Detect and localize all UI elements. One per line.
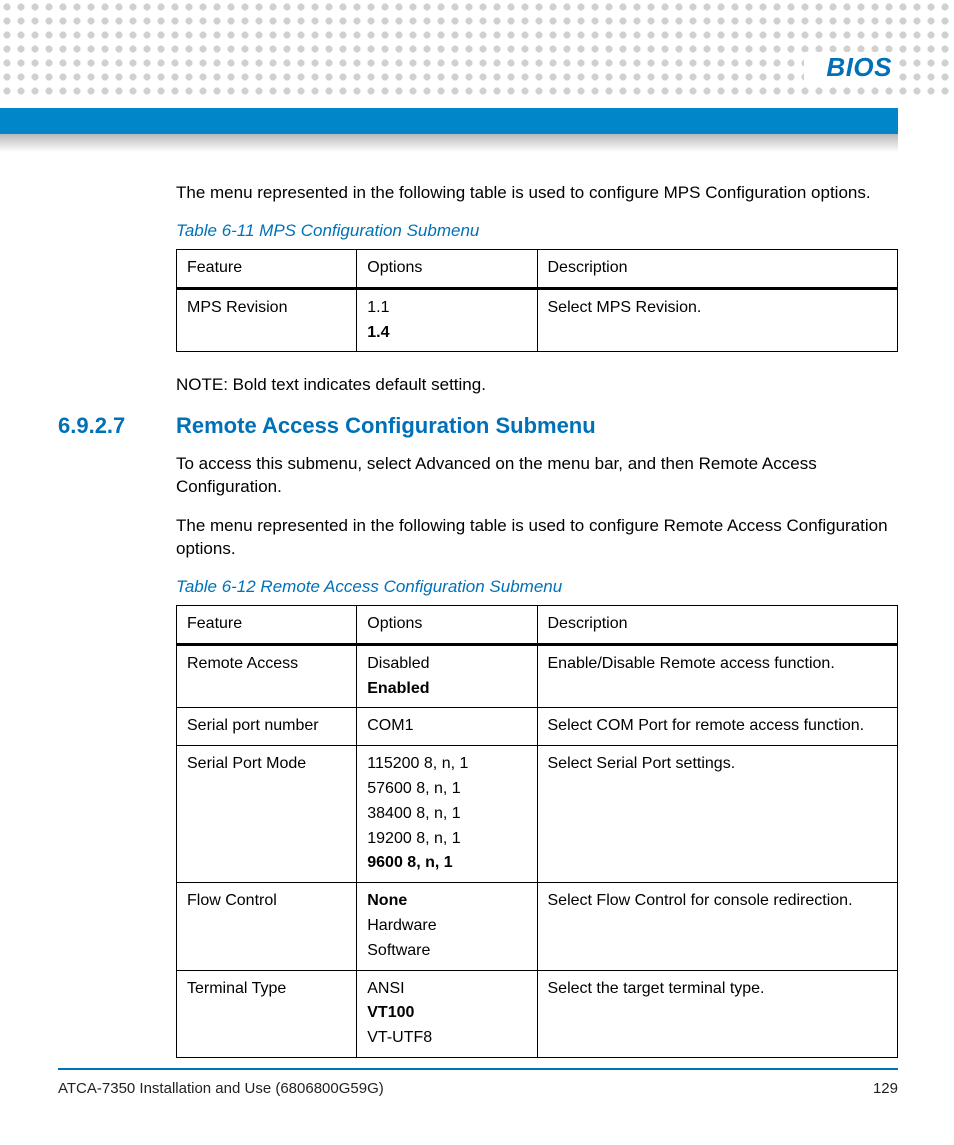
options-cell: COM1 <box>357 708 537 746</box>
option-value: COM1 <box>367 714 526 739</box>
options-cell: NoneHardwareSoftware <box>357 883 537 970</box>
feature-cell: Serial port number <box>177 708 357 746</box>
table-header: Description <box>537 606 898 645</box>
option-value: VT-UTF8 <box>367 1026 526 1051</box>
description-cell: Enable/Disable Remote access function. <box>537 644 898 708</box>
footer-rule <box>58 1068 898 1070</box>
section-paragraph-1: To access this submenu, select Advanced … <box>176 453 898 499</box>
table-header: Feature <box>177 606 357 645</box>
table-row: Flow ControlNoneHardwareSoftwareSelect F… <box>177 883 898 970</box>
option-value: None <box>367 889 526 914</box>
option-value: 38400 8, n, 1 <box>367 802 526 827</box>
option-value: Hardware <box>367 914 526 939</box>
table-row: Serial port number COM1 Select COM Port fo… <box>177 708 898 746</box>
table-611-caption: Table 6-11 MPS Configuration Submenu <box>176 221 898 241</box>
table-612-caption: Table 6-12 Remote Access Configuration S… <box>176 577 898 597</box>
option-value: 1.4 <box>367 321 526 346</box>
footer-doc-title: ATCA-7350 Installation and Use (6806800G… <box>58 1080 384 1097</box>
chapter-header-title: BIOS <box>804 52 898 83</box>
table-header: Options <box>357 249 537 288</box>
table-row: MPS Revision1.11.4Select MPS Revision. <box>177 288 898 352</box>
page-footer: ATCA-7350 Installation and Use (6806800G… <box>58 1068 898 1097</box>
options-cell: ANSIVT100VT-UTF8 <box>357 970 537 1057</box>
description-cell: Select MPS Revision. <box>537 288 898 352</box>
option-value: ANSI <box>367 977 526 1002</box>
feature-cell: Serial Port Mode <box>177 746 357 883</box>
section-title: Remote Access Configuration Submenu <box>176 413 596 439</box>
table-header: Description <box>537 249 898 288</box>
option-value: 9600 8, n, 1 <box>367 851 526 876</box>
default-note: NOTE: Bold text indicates default settin… <box>176 374 898 397</box>
option-value: 19200 8, n, 1 <box>367 827 526 852</box>
header-shadow-bar <box>0 134 898 152</box>
option-value: 115200 8, n, 1 <box>367 752 526 777</box>
description-cell: Select Serial Port settings. <box>537 746 898 883</box>
section-paragraph-2: The menu represented in the following ta… <box>176 515 898 561</box>
table-row: Remote AccessDisabledEnabledEnable/Disab… <box>177 644 898 708</box>
intro-paragraph: The menu represented in the following ta… <box>176 182 898 205</box>
table-header: Options <box>357 606 537 645</box>
dotted-header-background <box>0 0 954 100</box>
option-value: Software <box>367 939 526 964</box>
option-value: 1.1 <box>367 296 526 321</box>
description-cell: Select the target terminal type. <box>537 970 898 1057</box>
feature-cell: Terminal Type <box>177 970 357 1057</box>
feature-cell: Remote Access <box>177 644 357 708</box>
options-cell: 1.11.4 <box>357 288 537 352</box>
mps-config-table: Feature Options Description MPS Revision… <box>176 249 898 352</box>
table-row: Serial Port Mode115200 8, n, 157600 8, n… <box>177 746 898 883</box>
options-cell: 115200 8, n, 157600 8, n, 138400 8, n, 1… <box>357 746 537 883</box>
description-cell: Select Flow Control for console redirect… <box>537 883 898 970</box>
page-content: The menu represented in the following ta… <box>58 182 898 1058</box>
footer-page-number: 129 <box>873 1080 898 1097</box>
feature-cell: Flow Control <box>177 883 357 970</box>
header-blue-bar <box>0 108 898 134</box>
description-cell: Select COM Port for remote access functi… <box>537 708 898 746</box>
option-value: 57600 8, n, 1 <box>367 777 526 802</box>
option-value: Enabled <box>367 677 526 702</box>
options-cell: DisabledEnabled <box>357 644 537 708</box>
remote-access-config-table: Feature Options Description Remote Acces… <box>176 605 898 1058</box>
option-value: Disabled <box>367 652 526 677</box>
table-row: Terminal TypeANSIVT100VT-UTF8Select the … <box>177 970 898 1057</box>
section-heading-row: 6.9.2.7 Remote Access Configuration Subm… <box>58 413 898 439</box>
section-number: 6.9.2.7 <box>58 413 154 439</box>
feature-cell: MPS Revision <box>177 288 357 352</box>
table-header: Feature <box>177 249 357 288</box>
option-value: VT100 <box>367 1001 526 1026</box>
